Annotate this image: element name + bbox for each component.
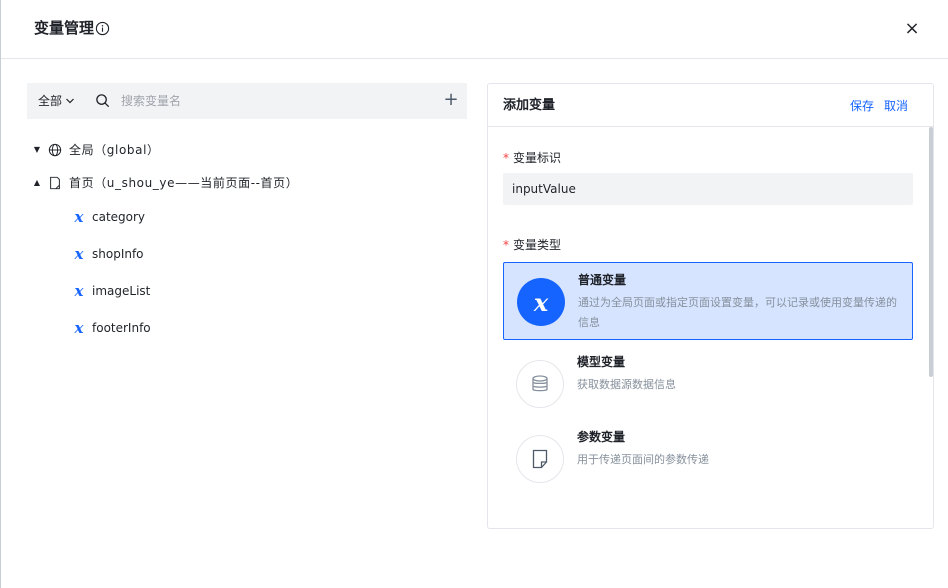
tree-node-label: 全局（global） xyxy=(69,143,160,157)
save-button[interactable]: 保存 xyxy=(850,97,874,115)
add-variable-button[interactable]: + xyxy=(443,90,459,110)
variable-item-imagelist[interactable]: x imageList xyxy=(72,280,151,302)
required-mark: * xyxy=(503,151,509,165)
document-icon xyxy=(516,435,564,483)
page-icon xyxy=(50,176,60,190)
variable-x-icon: x xyxy=(74,319,84,337)
type-option-description: 获取数据源数据信息 xyxy=(577,378,676,391)
scope-select[interactable]: 全部 xyxy=(38,92,75,110)
type-option-name: 模型变量 xyxy=(577,355,626,369)
collapse-caret-icon[interactable]: ▲ xyxy=(30,172,44,194)
type-option-normal[interactable]: x 普通变量 通过为全局页面或指定页面设置变量，可以记录或使用变量传递的信息 xyxy=(503,262,913,340)
scope-select-label: 全部 xyxy=(38,94,63,108)
variable-item-category[interactable]: x category xyxy=(72,206,146,228)
panel-scrollbar[interactable] xyxy=(929,127,933,377)
expand-caret-icon[interactable]: ▼ xyxy=(30,139,44,161)
variable-x-icon: x xyxy=(74,282,84,300)
type-option-description: 通过为全局页面或指定页面设置变量，可以记录或使用变量传递的信息 xyxy=(578,296,897,329)
tree-node-home-page[interactable]: ▲ 首页（u_shou_ye——当前页面--首页） xyxy=(30,172,298,194)
database-icon xyxy=(516,360,564,408)
variable-label: shopInfo xyxy=(92,247,144,261)
type-option-name: 普通变量 xyxy=(578,273,627,287)
variable-label: category xyxy=(92,210,146,224)
panel-title: 添加变量 xyxy=(503,98,556,113)
variable-label: imageList xyxy=(92,284,151,298)
globe-icon xyxy=(48,143,62,157)
variable-x-icon: x xyxy=(74,208,84,226)
info-icon[interactable] xyxy=(95,21,110,36)
required-mark: * xyxy=(503,238,509,252)
variable-manager-dialog: 变量管理 × 全部 + ▼ 全局（global） ▲ xyxy=(0,0,948,588)
type-option-parameter[interactable]: 参数变量 用于传递页面间的参数传递 xyxy=(503,420,913,498)
type-option-model[interactable]: 模型变量 获取数据源数据信息 xyxy=(503,345,913,423)
chevron-down-icon xyxy=(66,98,74,104)
search-input[interactable] xyxy=(121,90,421,112)
close-button[interactable]: × xyxy=(902,19,922,39)
dialog-title: 变量管理 xyxy=(34,19,95,37)
variable-x-icon: x xyxy=(74,245,84,263)
panel-header: 添加变量 保存 取消 xyxy=(488,84,933,127)
variable-id-input[interactable] xyxy=(503,173,913,205)
cancel-button[interactable]: 取消 xyxy=(884,97,908,115)
variable-label: footerInfo xyxy=(92,321,151,335)
variable-id-label: * 变量标识 xyxy=(503,151,562,165)
variable-item-shopinfo[interactable]: x shopInfo xyxy=(72,243,144,265)
add-variable-panel: 添加变量 保存 取消 *变量标识 *变量类型 x 普通变量 通过为全局页面或指定… xyxy=(487,83,934,529)
variable-type-label: * 变量类型 xyxy=(503,238,562,252)
tree-node-label: 首页（u_shou_ye——当前页面--首页） xyxy=(69,176,299,190)
type-option-name: 参数变量 xyxy=(577,430,626,444)
variable-x-icon: x xyxy=(517,278,565,326)
dialog-header: 变量管理 × xyxy=(1,0,948,59)
type-option-description: 用于传递页面间的参数传递 xyxy=(577,453,709,466)
search-icon xyxy=(96,94,109,107)
tree-node-global[interactable]: ▼ 全局（global） xyxy=(30,139,160,161)
search-bar: 全部 + xyxy=(27,83,467,119)
variable-item-footerinfo[interactable]: x footerInfo xyxy=(72,317,151,339)
